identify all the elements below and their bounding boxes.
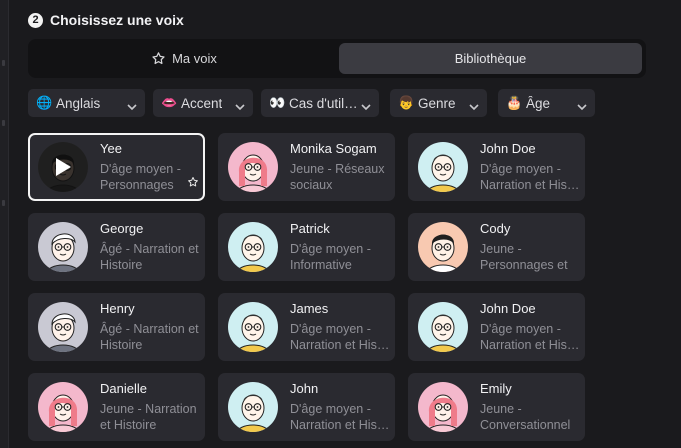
tab-label: Ma voix: [172, 51, 217, 66]
person-icon: 👦: [398, 95, 415, 110]
voice-card[interactable]: George Âgé - Narration et Histoire: [28, 213, 205, 281]
voice-description: D'âge moyen - Narration et His…: [480, 322, 580, 352]
voice-description: Jeune - Narration et Histoire: [100, 402, 197, 432]
voice-name: Emily: [480, 381, 512, 396]
voice-avatar: [418, 382, 468, 432]
voice-description: D'âge moyen - Narration et His…: [290, 402, 390, 432]
left-panel-edge: [0, 0, 9, 448]
tab-bibliotheque[interactable]: Bibliothèque: [339, 43, 642, 74]
voice-name: George: [100, 221, 144, 236]
voice-avatar: [38, 222, 88, 272]
voice-description: Jeune - Conversationnel: [480, 402, 571, 432]
voice-avatar: [228, 222, 278, 272]
favorite-star-icon[interactable]: [187, 175, 199, 193]
step-number-badge: 2: [28, 12, 43, 28]
voice-card[interactable]: James D'âge moyen - Narration et His…: [218, 293, 395, 361]
voice-card[interactable]: Danielle Jeune - Narration et Histoire: [28, 373, 205, 441]
voice-name: Danielle: [100, 381, 147, 396]
filter-label: Anglais: [56, 95, 101, 111]
voice-avatar: [418, 302, 468, 352]
filter-age-dropdown[interactable]: 🎂 Âge: [498, 89, 595, 117]
voice-description: Jeune - Personnages et …: [480, 242, 568, 272]
voice-avatar: [228, 142, 278, 192]
voice-name: John Doe: [480, 301, 536, 316]
filter-use-case-dropdown[interactable]: 👀 Cas d'util…: [261, 89, 379, 117]
voice-name: Patrick: [290, 221, 330, 236]
voice-avatar: [38, 382, 88, 432]
edge-mark: [2, 60, 5, 66]
voice-avatar: [228, 302, 278, 352]
voice-name: Henry: [100, 301, 135, 316]
tab-ma-voix[interactable]: Ma voix: [32, 43, 336, 74]
voice-card[interactable]: Yee D'âge moyen - Personnages et…: [28, 133, 205, 201]
lips-icon: 👄: [161, 95, 178, 110]
filter-accent-dropdown[interactable]: 👄 Accent: [153, 89, 253, 117]
chevron-down-icon: [127, 99, 137, 114]
voice-card[interactable]: Monika Sogam Jeune - Réseaux sociaux: [218, 133, 395, 201]
voice-avatar: [418, 142, 468, 192]
voice-description: D'âge moyen - Informative: [290, 242, 371, 272]
voice-card[interactable]: Cody Jeune - Personnages et …: [408, 213, 585, 281]
filter-gender-dropdown[interactable]: 👦 Genre: [390, 89, 487, 117]
voice-name: Cody: [480, 221, 511, 236]
play-icon[interactable]: [38, 142, 88, 192]
voice-card[interactable]: John Doe D'âge moyen - Narration et His…: [408, 293, 585, 361]
voice-avatar: [38, 302, 88, 352]
voice-card[interactable]: Henry Âgé - Narration et Histoire: [28, 293, 205, 361]
star-outline-icon: [151, 51, 166, 66]
section-title: Choisissez une voix: [50, 12, 184, 28]
eyes-icon: 👀: [269, 95, 286, 110]
voice-name: Monika Sogam: [290, 141, 377, 156]
voice-avatar: [38, 142, 88, 192]
voice-card[interactable]: Emily Jeune - Conversationnel: [408, 373, 585, 441]
chevron-down-icon: [469, 99, 479, 114]
voice-avatar: [228, 382, 278, 432]
chevron-down-icon: [235, 99, 245, 114]
voice-name: John Doe: [480, 141, 536, 156]
voice-description: Âgé - Narration et Histoire: [100, 322, 199, 352]
voice-description: Âgé - Narration et Histoire: [100, 242, 199, 272]
voice-source-tabs: Ma voix Bibliothèque: [28, 39, 646, 78]
birthday-cake-icon: 🎂: [506, 95, 523, 110]
tab-label: Bibliothèque: [454, 51, 527, 66]
voice-avatar: [418, 222, 468, 272]
filter-label: Âge: [526, 95, 551, 111]
voice-name: Yee: [100, 141, 122, 156]
voice-description: D'âge moyen - Personnages et…: [100, 162, 181, 192]
voice-name: John: [290, 381, 319, 396]
voice-card[interactable]: John Doe D'âge moyen - Narration et His…: [408, 133, 585, 201]
filter-label: Accent: [181, 95, 223, 111]
chevron-down-icon: [577, 99, 587, 114]
voice-description: Jeune - Réseaux sociaux: [290, 162, 385, 192]
voice-card[interactable]: John D'âge moyen - Narration et His…: [218, 373, 395, 441]
voice-card[interactable]: Patrick D'âge moyen - Informative: [218, 213, 395, 281]
filter-label: Cas d'util…: [289, 95, 358, 111]
voice-name: James: [290, 301, 329, 316]
voice-description: D'âge moyen - Narration et His…: [480, 162, 580, 192]
edge-mark: [2, 200, 5, 206]
filter-language-dropdown[interactable]: 🌐 Anglais: [28, 89, 145, 117]
chevron-down-icon: [361, 99, 371, 114]
globe-icon: 🌐: [36, 95, 53, 110]
voice-description: D'âge moyen - Narration et His…: [290, 322, 390, 352]
filter-label: Genre: [418, 95, 456, 111]
section-header: 2 Choisissez une voix: [28, 10, 184, 30]
edge-mark: [2, 120, 5, 126]
